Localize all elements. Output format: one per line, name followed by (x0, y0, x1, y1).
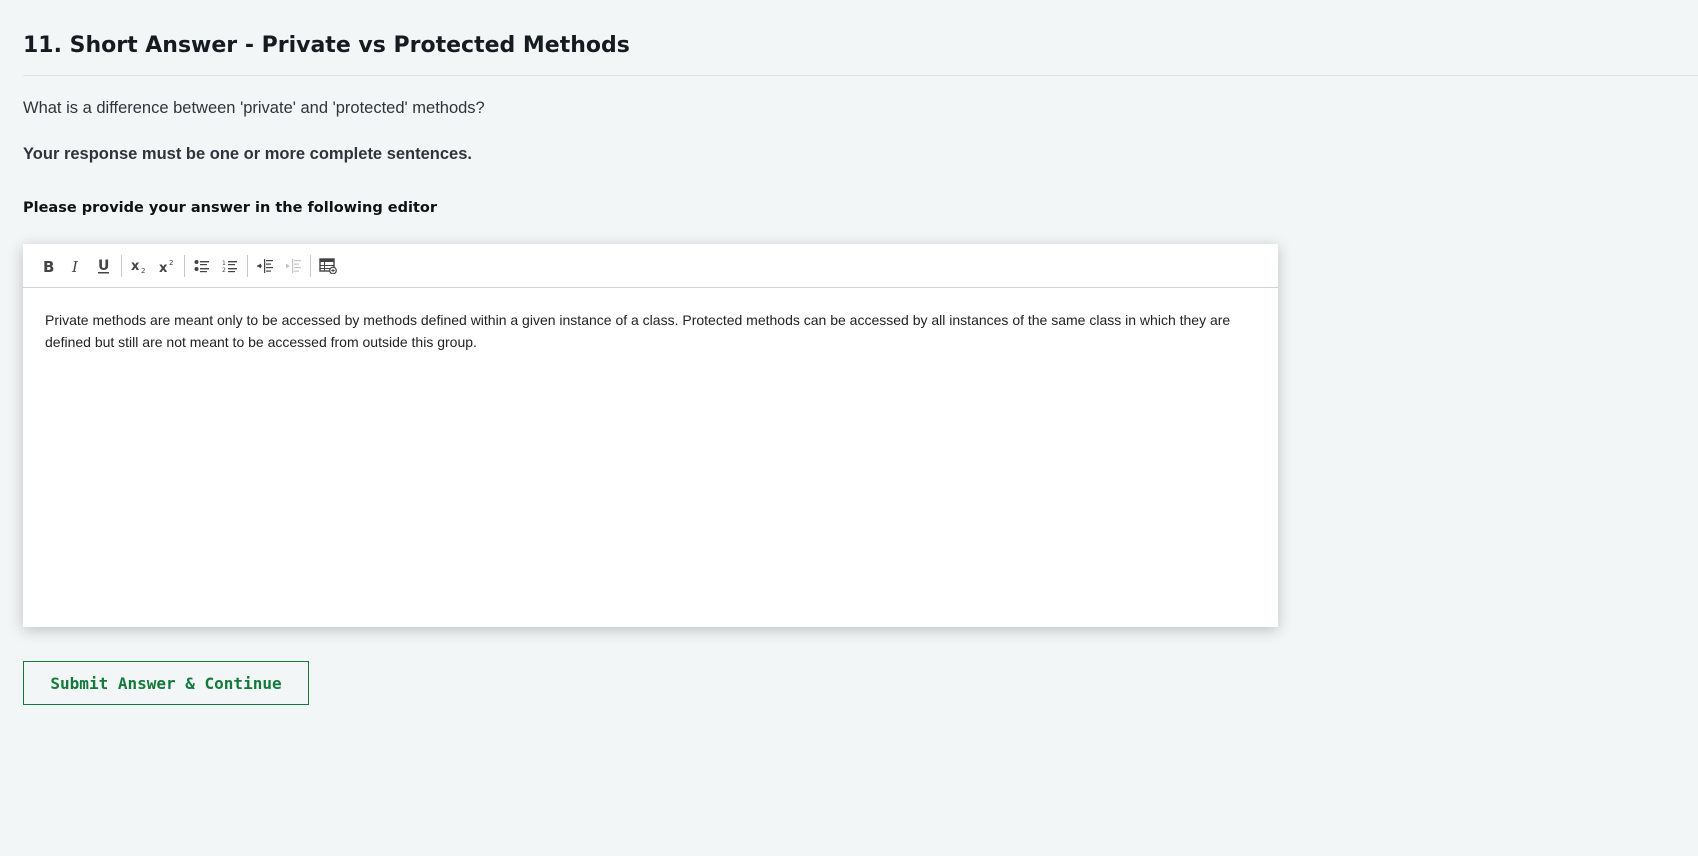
subscript-button[interactable]: x 2 (125, 252, 153, 280)
svg-text:x: x (131, 259, 140, 274)
editor-toolbar: B I U x 2 x 2 1 2 (23, 244, 1278, 288)
rich-text-editor: B I U x 2 x 2 1 2 Private methods are me… (23, 244, 1278, 627)
response-requirement: Your response must be one or more comple… (23, 145, 472, 163)
bold-button[interactable]: B (34, 252, 62, 280)
italic-button[interactable]: I (62, 252, 90, 280)
svg-text:U: U (98, 258, 109, 274)
svg-text:I: I (71, 258, 79, 274)
svg-text:B: B (43, 258, 54, 274)
italic-icon: I (71, 258, 79, 274)
superscript-icon: x 2 (159, 259, 173, 274)
insert-table-icon (319, 257, 337, 274)
numbered-list-icon: 1 2 (222, 260, 237, 273)
svg-text:2: 2 (222, 267, 226, 273)
bulleted-list-button[interactable] (188, 252, 216, 280)
numbered-list-button[interactable]: 1 2 (216, 252, 244, 280)
toolbar-separator (310, 254, 311, 277)
editor-label: Please provide your answer in the follow… (23, 200, 438, 216)
question-prompt: What is a difference between 'private' a… (23, 99, 485, 117)
title-divider (23, 75, 1698, 76)
toolbar-separator (184, 254, 185, 277)
outdent-button[interactable] (279, 252, 307, 280)
editor-content-area[interactable]: Private methods are meant only to be acc… (23, 288, 1278, 374)
underline-icon: U (98, 258, 109, 274)
question-title: 11. Short Answer - Private vs Protected … (23, 33, 630, 58)
bulleted-list-icon (194, 259, 209, 272)
svg-text:2: 2 (141, 267, 145, 274)
underline-button[interactable]: U (90, 252, 118, 280)
superscript-button[interactable]: x 2 (153, 252, 181, 280)
svg-text:2: 2 (169, 259, 173, 267)
indent-icon (257, 258, 273, 273)
svg-text:x: x (159, 261, 168, 274)
toolbar-separator (247, 254, 248, 277)
insert-table-button[interactable] (314, 252, 342, 280)
indent-button[interactable] (251, 252, 279, 280)
toolbar-separator (121, 254, 122, 277)
svg-text:1: 1 (222, 260, 226, 267)
subscript-icon: x 2 (131, 259, 145, 274)
submit-answer-button[interactable]: Submit Answer & Continue (23, 661, 309, 705)
outdent-icon (286, 258, 301, 273)
bold-icon: B (43, 258, 54, 274)
